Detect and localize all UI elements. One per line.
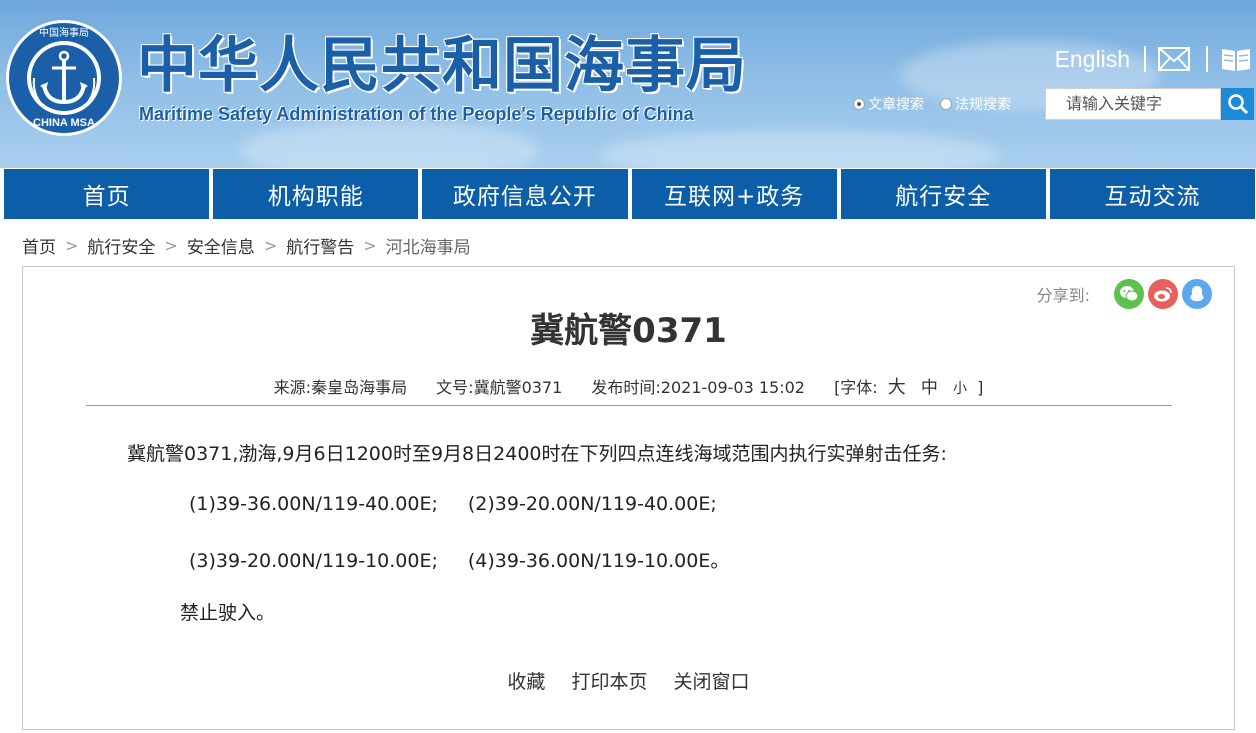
- breadcrumb: 首页 > 航行安全 > 安全信息 > 航行警告 > 河北海事局: [22, 232, 471, 258]
- search-icon: [1227, 94, 1248, 115]
- favorite-button[interactable]: 收藏: [507, 671, 545, 693]
- nav-item-functions[interactable]: 机构职能: [213, 169, 419, 219]
- nav-item-gov-info[interactable]: 政府信息公开: [422, 169, 628, 219]
- nav-item-home[interactable]: 首页: [4, 169, 210, 219]
- logo-ring-text: 中国海事局: [39, 26, 89, 39]
- coordinate-row: (1)39-36.00N/119-40.00E; (2)39-20.00N/119…: [189, 493, 717, 515]
- search-button[interactable]: [1221, 88, 1254, 120]
- article-paragraph: 冀航警0371,渤海,9月6日1200时至9月8日2400时在下列四点连线海域范…: [127, 443, 947, 465]
- article-divider: [86, 405, 1172, 406]
- site-title-cn: 中华人民共和国海事局: [137, 31, 747, 101]
- divider: [1144, 46, 1146, 72]
- main-nav: 首页 机构职能 政府信息公开 互联网+政务 航行安全 互动交流: [0, 168, 1256, 220]
- english-link[interactable]: English: [1055, 46, 1142, 73]
- coordinate-point: (4)39-36.00N/119-10.00E。: [467, 550, 730, 572]
- logo-text: CHINA MSA: [33, 117, 95, 129]
- breadcrumb-item-current[interactable]: 河北海事局: [386, 233, 471, 258]
- article-closing: 禁止驶入。: [180, 602, 276, 624]
- search-option-regulation[interactable]: 法规搜索: [940, 94, 1011, 114]
- radio-checked-icon[interactable]: [853, 98, 865, 110]
- nav-item-navigation-safety[interactable]: 航行安全: [840, 169, 1046, 219]
- top-links: English: [1055, 42, 1252, 76]
- close-window-button[interactable]: 关闭窗口: [674, 671, 750, 693]
- coordinate-row: (3)39-20.00N/119-10.00E; (4)39-36.00N/119…: [189, 546, 729, 573]
- background-cloud: [240, 120, 540, 168]
- search-option-label: 文章搜索: [868, 97, 924, 113]
- print-button[interactable]: 打印本页: [571, 671, 647, 693]
- book-icon[interactable]: [1220, 46, 1252, 72]
- chevron-right-icon: >: [263, 235, 278, 255]
- article-publish-time: 发布时间:2021-09-03 15:02: [591, 378, 805, 397]
- article-container: 分享到: 冀航警0371 来源:秦皇岛海事局 文号:冀航警0371 发布时间:2…: [22, 266, 1235, 730]
- breadcrumb-item[interactable]: 安全信息: [187, 233, 255, 258]
- search-option-article[interactable]: 文章搜索: [853, 94, 924, 114]
- font-size-close: ]: [977, 378, 984, 397]
- coordinate-point: (3)39-20.00N/119-10.00E;: [189, 550, 438, 572]
- coordinate-point: (1)39-36.00N/119-40.00E;: [189, 493, 438, 515]
- site-title-en: Maritime Safety Administration of the Pe…: [139, 104, 694, 124]
- font-size-label: [字体:: [834, 378, 878, 397]
- nav-item-internet-gov[interactable]: 互联网+政务: [631, 169, 837, 219]
- breadcrumb-item[interactable]: 首页: [22, 233, 56, 258]
- search-input[interactable]: 请输入关键字: [1045, 88, 1221, 120]
- article-doc-number: 文号:冀航警0371: [436, 378, 563, 397]
- font-size-small[interactable]: 小: [953, 381, 967, 397]
- breadcrumb-item[interactable]: 航行警告: [286, 233, 354, 258]
- breadcrumb-item[interactable]: 航行安全: [87, 233, 155, 258]
- font-size-medium[interactable]: 中: [921, 378, 938, 398]
- nav-item-interaction[interactable]: 互动交流: [1049, 169, 1256, 219]
- article-title: 冀航警0371: [530, 311, 727, 351]
- article-actions: 收藏 打印本页 关闭窗口: [23, 667, 1234, 694]
- msa-logo[interactable]: CHINA MSA 中国海事局: [4, 18, 124, 138]
- radio-unchecked-icon[interactable]: [940, 98, 952, 110]
- article-source: 来源:秦皇岛海事局: [273, 378, 408, 397]
- mail-icon[interactable]: [1158, 47, 1190, 71]
- coordinate-point: (2)39-20.00N/119-40.00E;: [467, 493, 717, 515]
- background-cloud: [600, 130, 1000, 168]
- article-meta: 来源:秦皇岛海事局 文号:冀航警0371 发布时间:2021-09-03 15:…: [23, 373, 1234, 399]
- chevron-right-icon: >: [363, 235, 377, 255]
- search-option-label: 法规搜索: [955, 97, 1011, 113]
- font-size-large[interactable]: 大: [888, 377, 906, 398]
- site-header: CHINA MSA 中国海事局 中华人民共和国海事局 Maritime Safe…: [0, 0, 1256, 168]
- chevron-right-icon: >: [65, 235, 79, 255]
- divider: [1206, 46, 1208, 72]
- search-type-options: 文章搜索 法规搜索: [853, 88, 1027, 120]
- font-size-switcher: [字体: 大 中 小 ]: [834, 377, 984, 398]
- chevron-right-icon: >: [164, 235, 178, 255]
